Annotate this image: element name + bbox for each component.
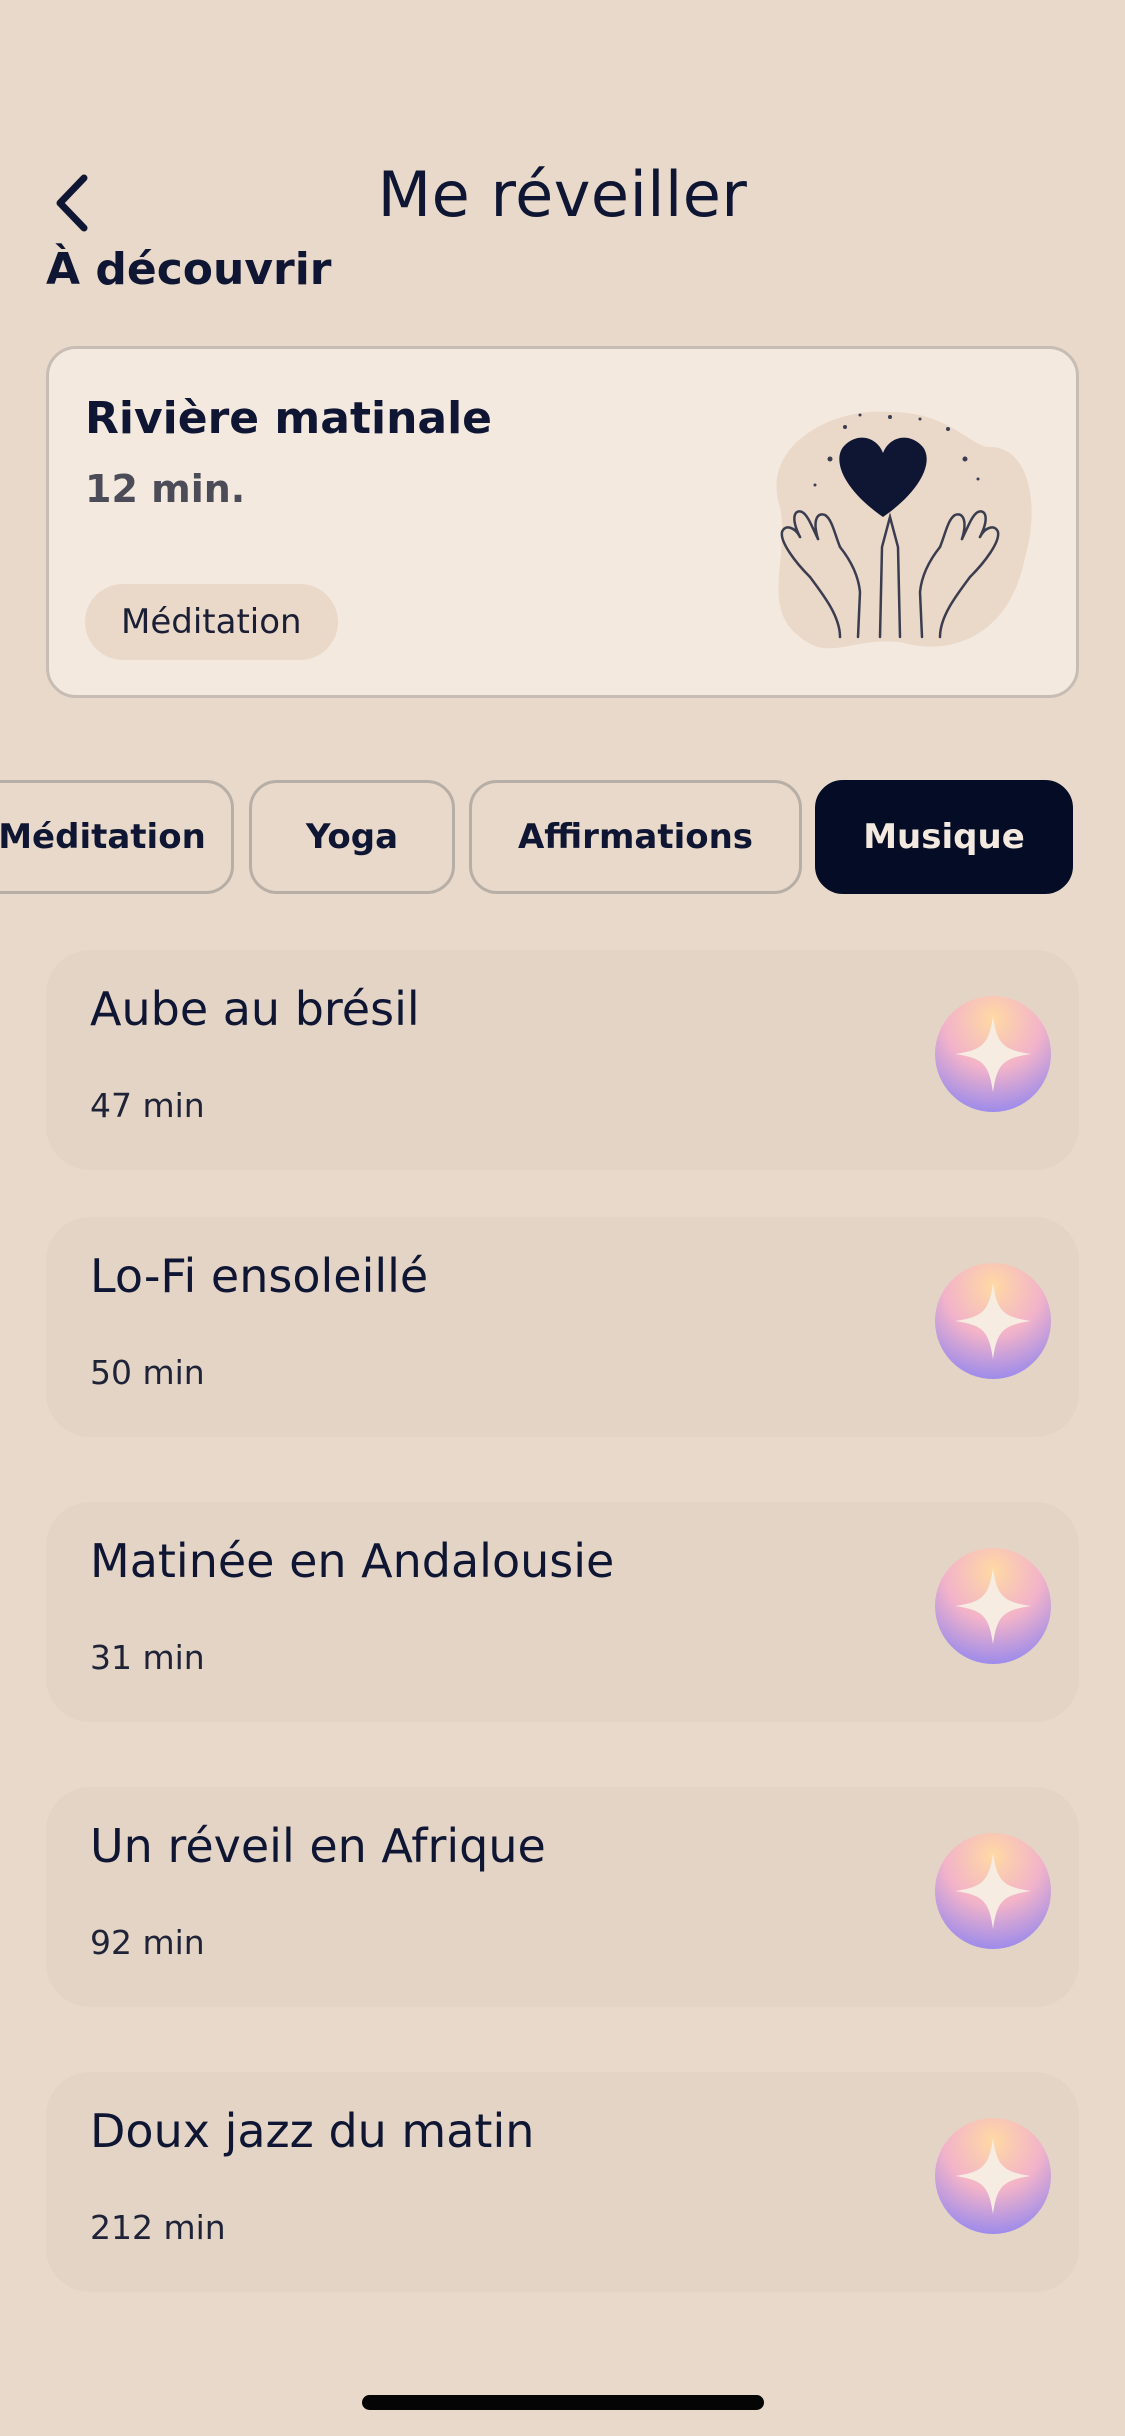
list-item[interactable]: Lo-Fi ensoleillé 50 min	[46, 1217, 1079, 1437]
tab-meditation[interactable]: Méditation	[0, 780, 234, 894]
category-tabs: Méditation Yoga Affirmations Musique	[0, 780, 1125, 894]
track-title: Lo-Fi ensoleillé	[90, 1249, 429, 1303]
sparkle-icon	[935, 1263, 1051, 1379]
track-duration: 212 min	[90, 2208, 226, 2247]
page-title: Me réveiller	[377, 158, 748, 231]
track-title: Aube au brésil	[90, 982, 420, 1036]
track-title: Doux jazz du matin	[90, 2104, 535, 2158]
list-item[interactable]: Matinée en Andalousie 31 min	[46, 1502, 1079, 1722]
featured-card[interactable]: Rivière matinale 12 min. Méditation	[46, 346, 1079, 698]
sparkle-icon	[935, 1548, 1051, 1664]
list-item[interactable]: Un réveil en Afrique 92 min	[46, 1787, 1079, 2007]
track-title: Matinée en Andalousie	[90, 1534, 615, 1588]
track-duration: 92 min	[90, 1923, 205, 1962]
list-item[interactable]: Aube au brésil 47 min	[46, 950, 1079, 1170]
featured-title: Rivière matinale	[85, 393, 493, 444]
sparkle-icon	[935, 1833, 1051, 1949]
track-duration: 47 min	[90, 1086, 205, 1125]
section-title: À découvrir	[46, 244, 332, 295]
tab-yoga[interactable]: Yoga	[249, 780, 455, 894]
tab-musique[interactable]: Musique	[815, 780, 1073, 894]
featured-tag: Méditation	[85, 584, 338, 660]
sparkle-icon	[935, 2118, 1051, 2234]
featured-duration: 12 min.	[85, 467, 246, 511]
heart-in-hands-icon	[776, 411, 1032, 649]
list-item[interactable]: Doux jazz du matin 212 min	[46, 2072, 1079, 2292]
track-duration: 50 min	[90, 1353, 205, 1392]
home-indicator	[362, 2395, 764, 2410]
sparkle-icon	[935, 996, 1051, 1112]
track-duration: 31 min	[90, 1638, 205, 1677]
track-title: Un réveil en Afrique	[90, 1819, 546, 1873]
tab-affirmations[interactable]: Affirmations	[469, 780, 802, 894]
